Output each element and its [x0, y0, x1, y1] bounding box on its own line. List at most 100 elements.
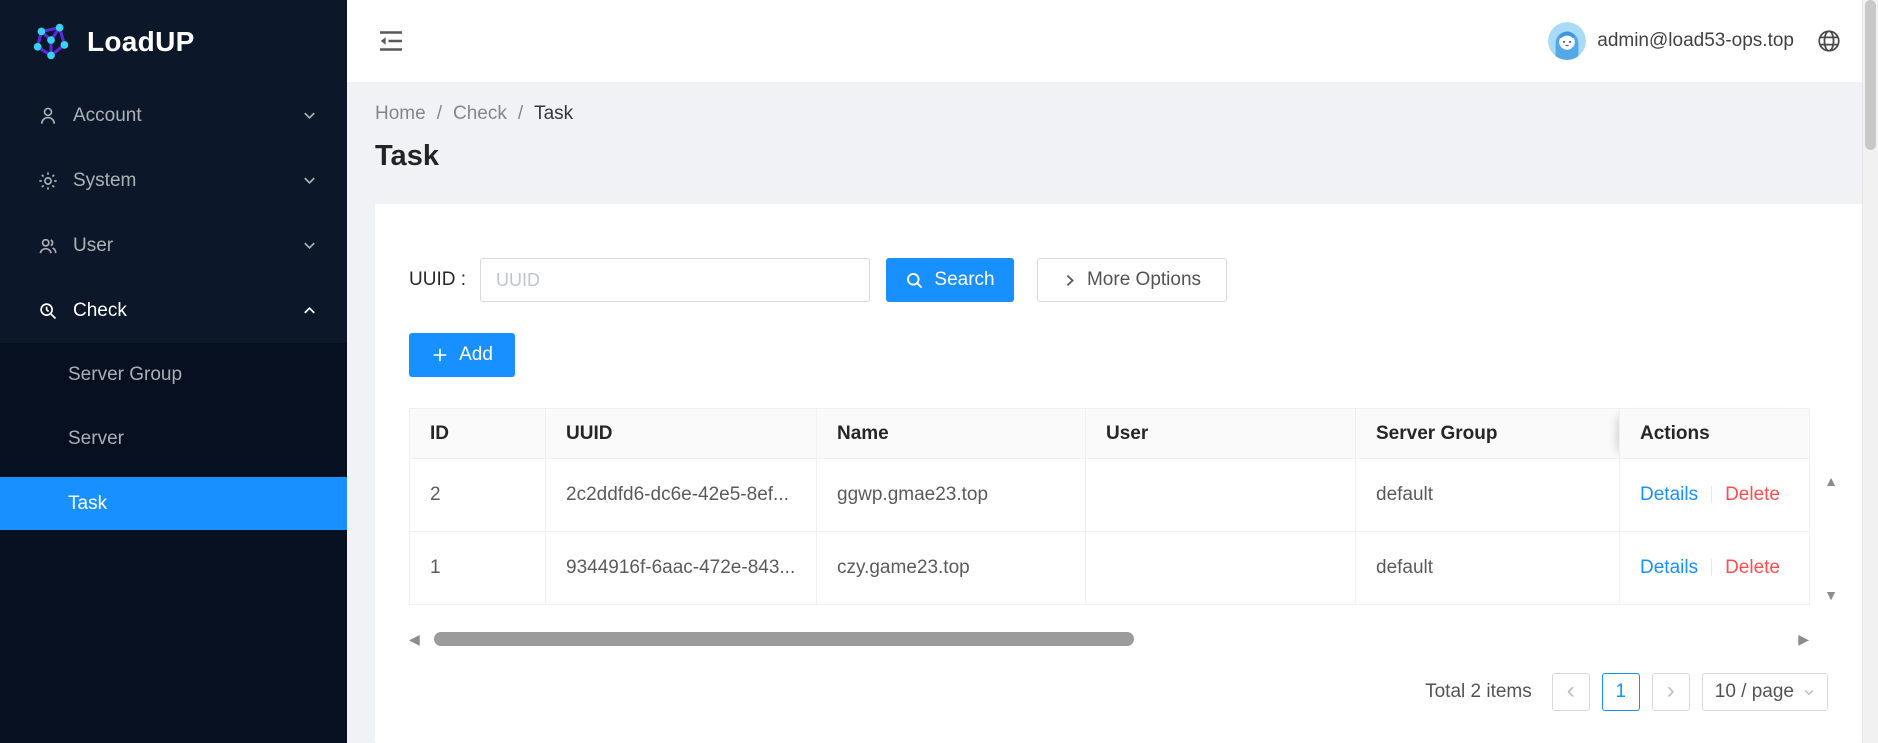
- breadcrumb-current: Task: [534, 103, 573, 125]
- scroll-right-icon[interactable]: ▶: [1798, 632, 1809, 646]
- cell-user: [1086, 459, 1356, 532]
- pagination-page-1[interactable]: 1: [1602, 673, 1640, 711]
- pagination: Total 2 items ‹ 1 › 10 / page: [409, 673, 1842, 711]
- details-link[interactable]: Details: [1640, 557, 1698, 578]
- search-icon: [905, 271, 924, 290]
- cell-server-group: default: [1356, 459, 1620, 532]
- cell-id: 1: [410, 532, 546, 605]
- header-actions: Actions: [1620, 409, 1810, 459]
- details-link[interactable]: Details: [1640, 484, 1698, 505]
- table-header-row: ID UUID Name User Server Group Actions: [410, 409, 1810, 459]
- breadcrumb-separator: /: [518, 103, 523, 125]
- gear-icon: [36, 169, 60, 193]
- header-id: ID: [410, 409, 546, 459]
- sidebar-item-check[interactable]: Check: [0, 278, 347, 343]
- logo[interactable]: LoadUP: [0, 0, 347, 83]
- page-title: Task: [375, 140, 1862, 173]
- header-user: User: [1086, 409, 1356, 459]
- page-size-select[interactable]: 10 / page: [1702, 673, 1828, 711]
- uuid-input[interactable]: [480, 258, 870, 302]
- check-submenu: Server Group Server Task: [0, 343, 347, 743]
- sidebar-item-system[interactable]: System: [0, 148, 347, 213]
- cell-server-group: default: [1356, 532, 1620, 605]
- pagination-prev-button[interactable]: ‹: [1552, 673, 1590, 711]
- horizontal-scrollbar[interactable]: ◀ ▶: [409, 631, 1809, 647]
- breadcrumb-home[interactable]: Home: [375, 103, 426, 125]
- user-email[interactable]: admin@load53-ops.top: [1597, 30, 1794, 52]
- chevron-down-icon: [1803, 686, 1815, 698]
- more-options-button[interactable]: More Options: [1037, 258, 1227, 302]
- logo-icon: [28, 19, 74, 65]
- user-icon: [36, 104, 60, 128]
- pagination-next-button[interactable]: ›: [1652, 673, 1690, 711]
- scrollbar-track[interactable]: [424, 632, 1794, 646]
- sidebar-item-label: Account: [73, 105, 302, 127]
- plus-icon: [431, 346, 449, 364]
- header-name: Name: [817, 409, 1086, 459]
- action-divider: [1711, 559, 1712, 576]
- pagination-total: Total 2 items: [1425, 681, 1532, 703]
- scrollbar-thumb[interactable]: [434, 632, 1134, 646]
- chevron-down-icon: [302, 238, 317, 253]
- topbar-right: admin@load53-ops.top: [1548, 22, 1848, 60]
- page-size-value: 10 / page: [1715, 681, 1794, 703]
- breadcrumb: Home / Check / Task: [375, 103, 1862, 125]
- main-area: admin@load53-ops.top Home / Check / Task…: [347, 0, 1862, 743]
- sidebar-item-task[interactable]: Task: [0, 477, 347, 530]
- uuid-label: UUID :: [409, 269, 466, 291]
- cell-user: [1086, 532, 1356, 605]
- header-server-group: Server Group: [1356, 409, 1620, 459]
- chevron-left-icon: ‹: [1567, 679, 1575, 703]
- search-form: UUID : Search More: [409, 258, 1842, 302]
- vertical-scroll-arrows: ▲ ▼: [1821, 474, 1841, 602]
- table-row: 1 9344916f-6aac-472e-843... czy.game23.t…: [410, 532, 1810, 605]
- scroll-down-icon[interactable]: ▼: [1824, 588, 1838, 602]
- sidebar-item-label: Server Group: [68, 364, 182, 386]
- scroll-left-icon[interactable]: ◀: [409, 632, 420, 646]
- sidebar-item-label: User: [73, 235, 302, 257]
- add-button-label: Add: [459, 344, 493, 366]
- sidebar-item-server-group[interactable]: Server Group: [0, 343, 347, 407]
- language-globe-icon[interactable]: [1816, 28, 1842, 54]
- cell-uuid: 2c2ddfd6-dc6e-42e5-8ef...: [546, 459, 817, 532]
- chevron-down-icon: [302, 108, 317, 123]
- page-scrollbar-thumb[interactable]: [1865, 0, 1876, 150]
- cell-uuid: 9344916f-6aac-472e-843...: [546, 532, 817, 605]
- sidebar-menu: Account System: [0, 83, 347, 743]
- app-title: LoadUP: [87, 26, 195, 58]
- topbar: admin@load53-ops.top: [347, 0, 1862, 83]
- sidebar-item-label: System: [73, 170, 302, 192]
- chevron-right-icon: ›: [1667, 679, 1675, 703]
- sidebar-item-account[interactable]: Account: [0, 83, 347, 148]
- table-row: 2 2c2ddfd6-dc6e-42e5-8ef... ggwp.gmae23.…: [410, 459, 1810, 532]
- cell-name: czy.game23.top: [817, 532, 1086, 605]
- team-icon: [36, 234, 60, 258]
- more-options-label: More Options: [1087, 269, 1201, 291]
- add-button[interactable]: Add: [409, 333, 515, 377]
- chevron-up-icon: [302, 303, 317, 318]
- task-table: ID UUID Name User Server Group Actions 2: [409, 408, 1810, 605]
- page-content: Home / Check / Task Task UUID :: [347, 83, 1862, 743]
- sidebar-item-label: Server: [68, 428, 124, 450]
- cell-id: 2: [410, 459, 546, 532]
- delete-link[interactable]: Delete: [1725, 557, 1780, 578]
- content-card: UUID : Search More: [375, 204, 1862, 743]
- action-divider: [1711, 486, 1712, 503]
- task-table-area: ID UUID Name User Server Group Actions 2: [409, 408, 1843, 647]
- chevron-right-icon: [1063, 273, 1077, 288]
- sidebar-item-label: Task: [68, 493, 107, 515]
- avatar[interactable]: [1548, 22, 1586, 60]
- breadcrumb-separator: /: [437, 103, 442, 125]
- chevron-down-icon: [302, 173, 317, 188]
- sidebar-item-server[interactable]: Server: [0, 407, 347, 471]
- menu-fold-icon[interactable]: [377, 28, 405, 54]
- search-button[interactable]: Search: [886, 258, 1014, 302]
- sidebar-item-user[interactable]: User: [0, 213, 347, 278]
- sidebar-item-label: Check: [73, 300, 302, 322]
- cell-actions: Details Delete: [1620, 459, 1810, 532]
- delete-link[interactable]: Delete: [1725, 484, 1780, 505]
- page-scrollbar[interactable]: [1862, 0, 1878, 743]
- search-button-label: Search: [934, 269, 994, 291]
- breadcrumb-check[interactable]: Check: [453, 103, 507, 125]
- scroll-up-icon[interactable]: ▲: [1824, 474, 1838, 488]
